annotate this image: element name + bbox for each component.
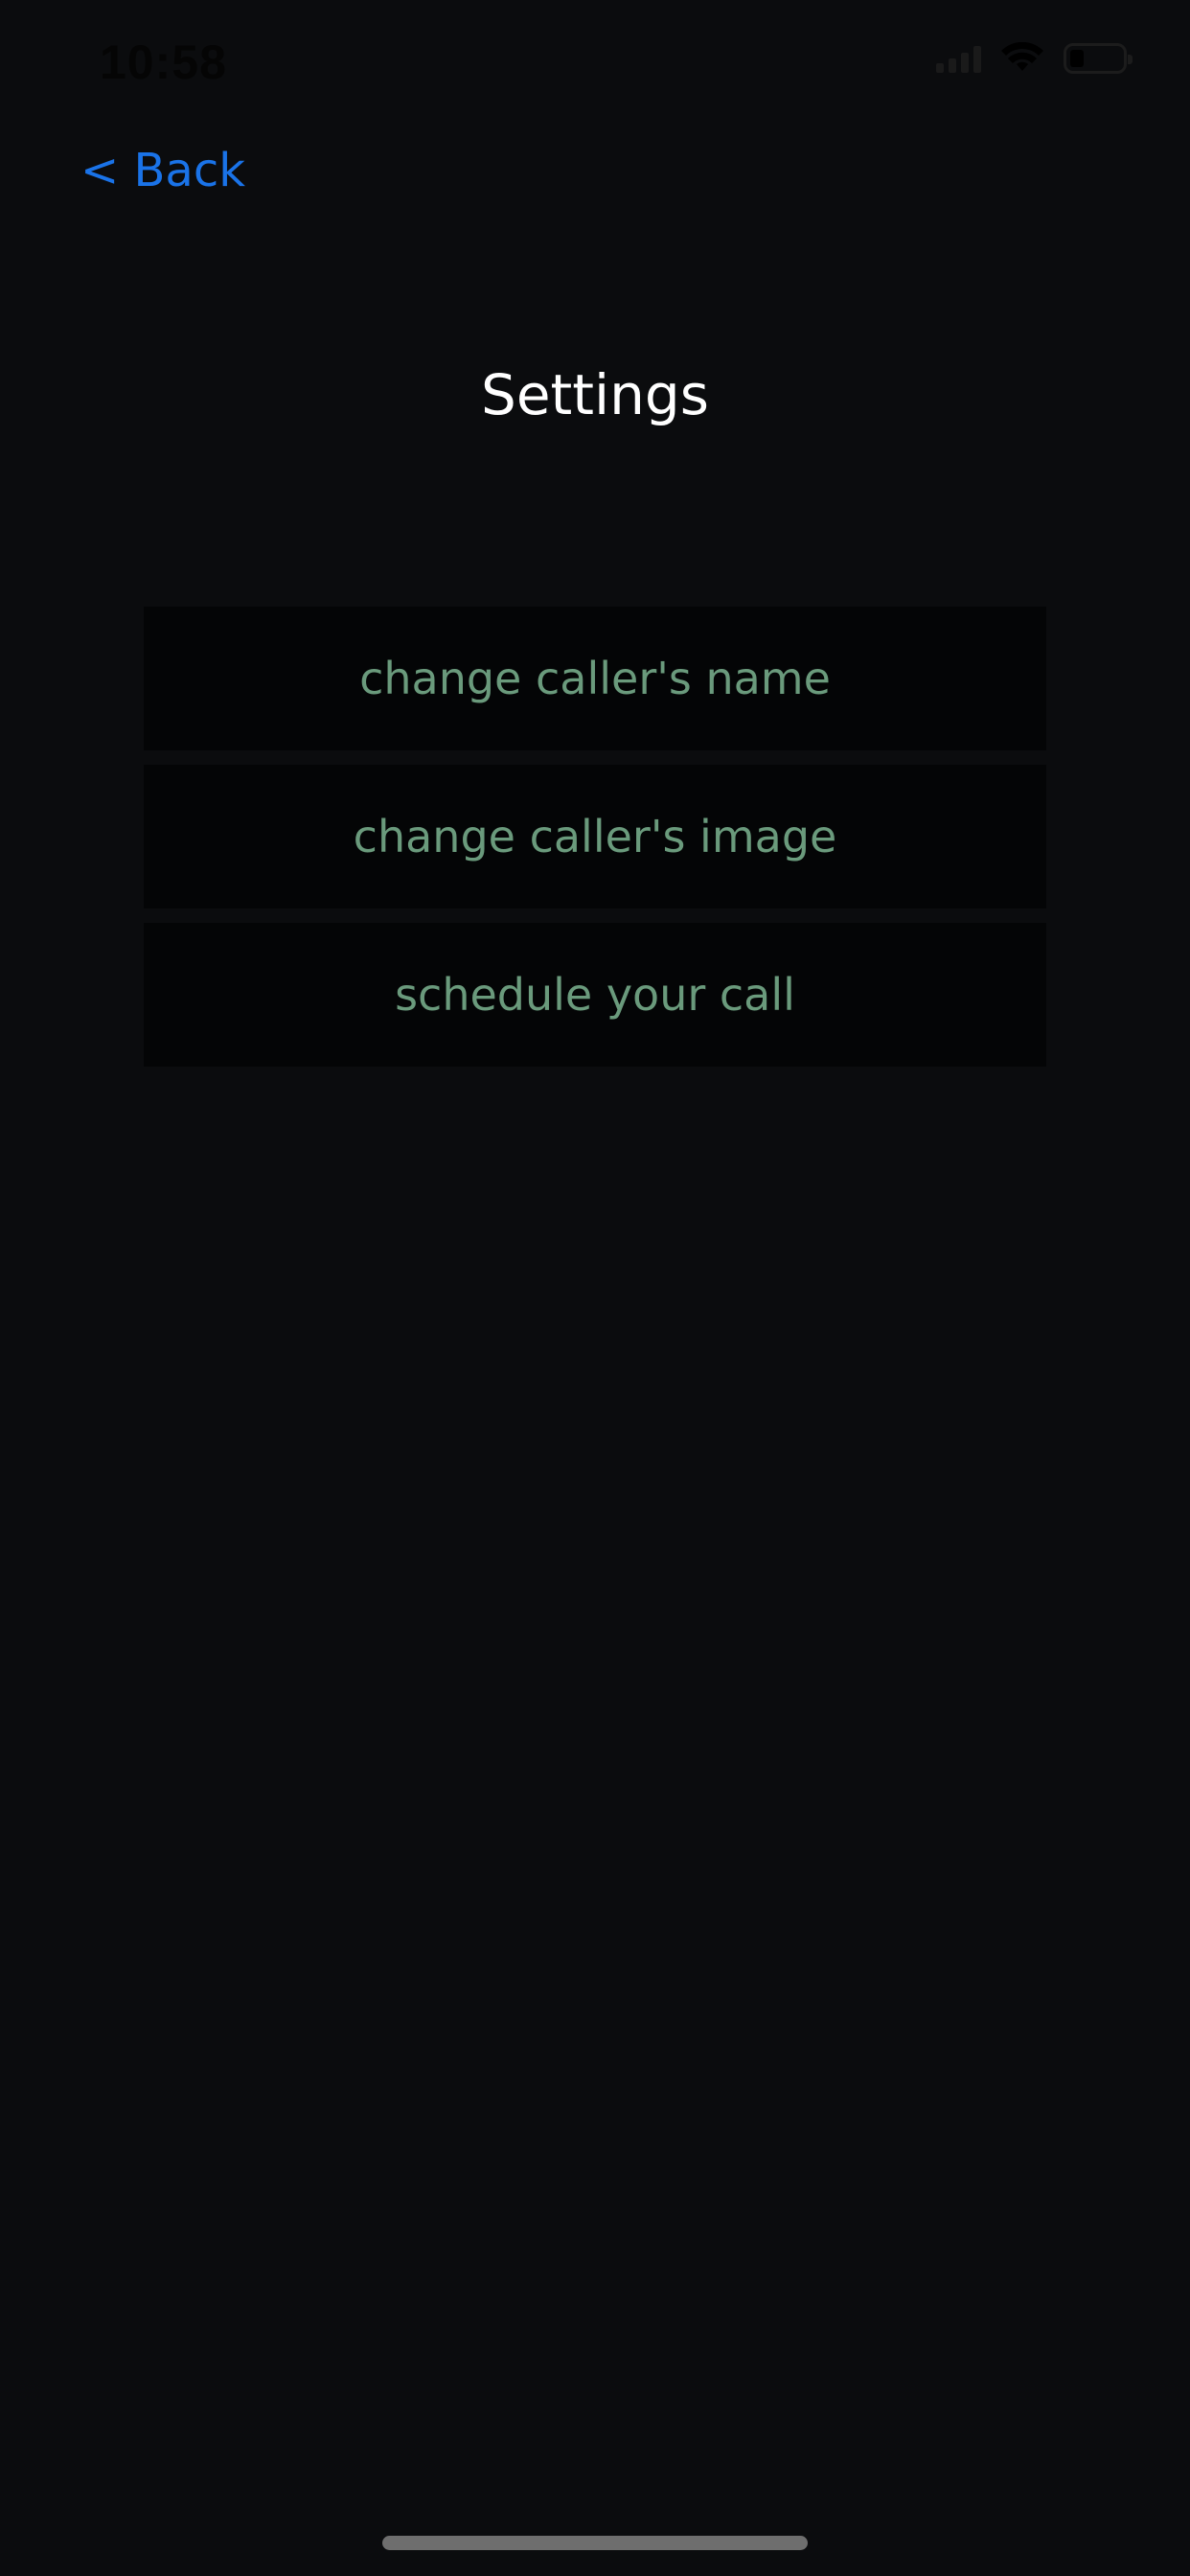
battery-icon	[1064, 43, 1133, 74]
status-time: 10:58	[100, 35, 227, 89]
settings-screen: 10:58 < Back Settings change caller's na…	[0, 0, 1190, 2576]
settings-menu: change caller's name change caller's ima…	[144, 607, 1046, 1067]
change-caller-name-button[interactable]: change caller's name	[144, 607, 1046, 750]
signal-icon	[936, 44, 981, 73]
home-indicator	[382, 2536, 808, 2550]
battery-level	[1070, 50, 1084, 67]
status-icons	[936, 42, 1133, 75]
change-caller-image-button[interactable]: change caller's image	[144, 765, 1046, 908]
page-title: Settings	[481, 362, 709, 427]
wifi-icon	[1000, 42, 1044, 75]
schedule-call-button[interactable]: schedule your call	[144, 923, 1046, 1067]
back-button[interactable]: < Back	[80, 144, 245, 197]
